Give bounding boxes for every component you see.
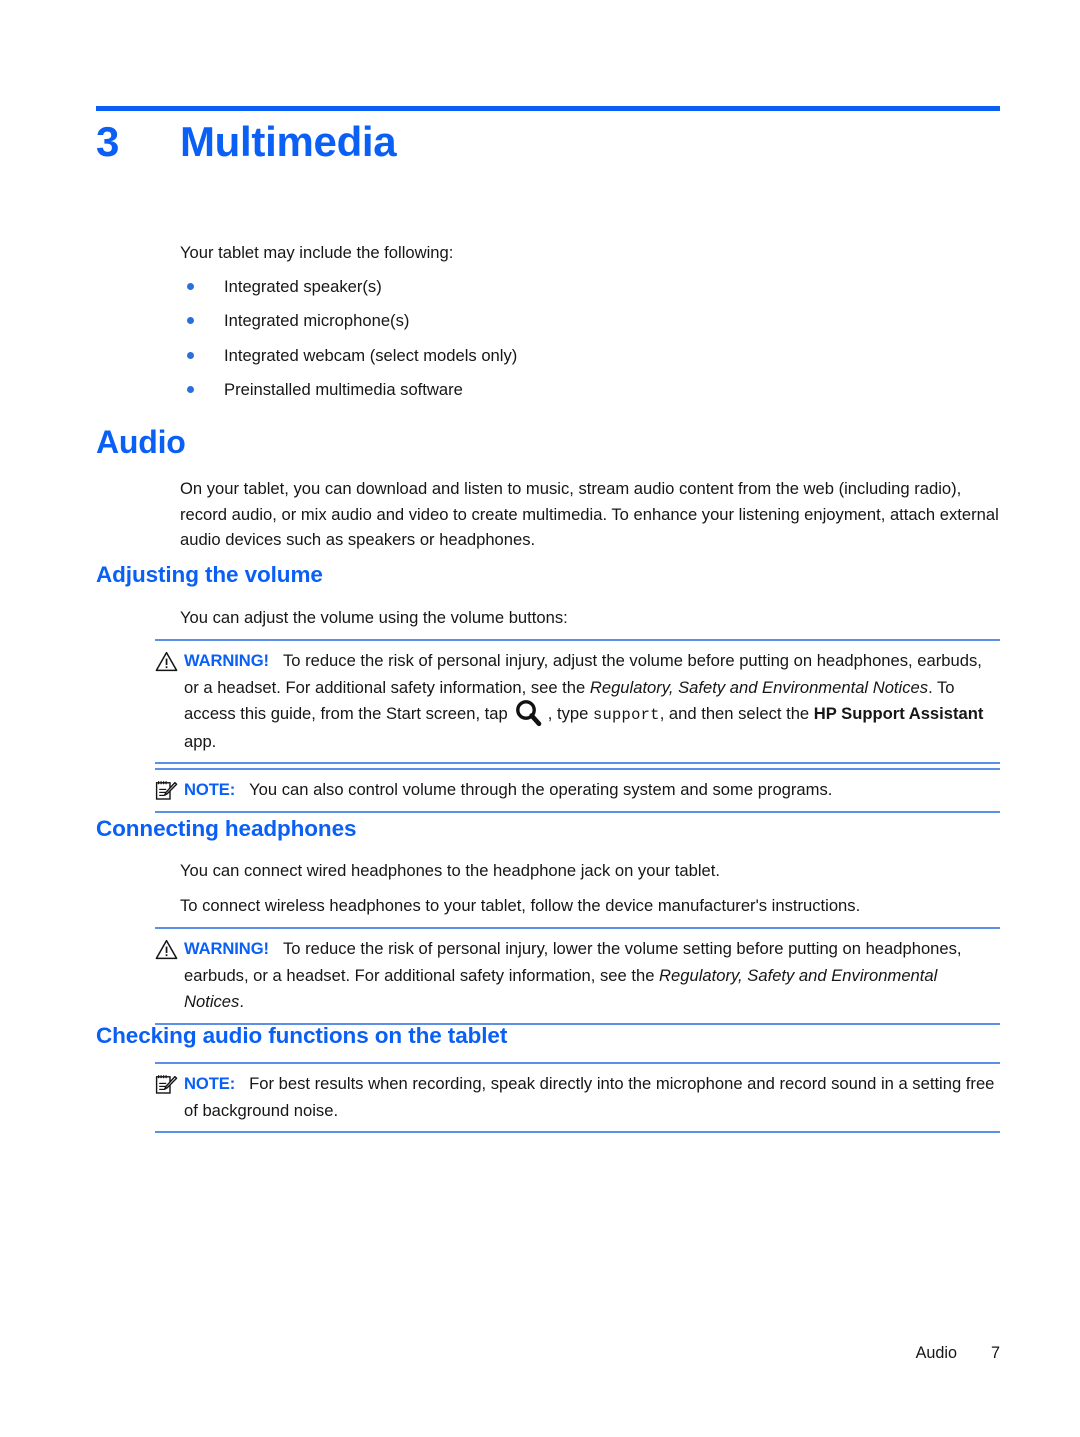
bullet-dot-icon	[180, 377, 224, 402]
app-name-bold: HP Support Assistant	[813, 704, 984, 723]
section-heading-audio: Audio	[96, 424, 186, 460]
warning-text-part-2: .	[239, 992, 244, 1011]
warning-triangle-icon	[155, 651, 178, 672]
section-heading-adjusting-volume: Adjusting the volume	[96, 562, 323, 587]
note-box-recording: NOTE: For best results when recording, sp…	[155, 1062, 1000, 1133]
warning-box-volume: WARNING! To reduce the risk of personal i…	[155, 639, 1000, 764]
chapter-rule	[96, 106, 1000, 111]
bullet-dot-icon	[180, 274, 224, 299]
audio-paragraph-block: On your tablet, you can download and lis…	[180, 476, 1000, 553]
footer-page-number: 7	[990, 1343, 1000, 1362]
connecting-headphones-paragraph-block-2: To connect wireless headphones to your t…	[180, 893, 1000, 919]
list-item-label: Integrated speaker(s)	[224, 277, 382, 296]
list-item: Preinstalled multimedia software	[180, 377, 1000, 411]
chapter-title: Multimedia	[180, 118, 397, 165]
warning-label: WARNING!	[184, 939, 269, 958]
connecting-headphones-paragraph-2: To connect wireless headphones to your t…	[180, 896, 861, 915]
note-label: NOTE:	[184, 780, 236, 799]
warning-box-content: WARNING! To reduce the risk of personal i…	[155, 648, 1000, 755]
adjusting-volume-paragraph-block: You can adjust the volume using the volu…	[180, 605, 1000, 631]
note-text: You can also control volume through the …	[249, 780, 833, 799]
list-item-label: Integrated webcam (select models only)	[224, 345, 518, 365]
feature-bullet-list: Integrated speaker(s) Integrated microph…	[180, 274, 1000, 412]
list-item: Integrated speaker(s)	[180, 274, 1000, 308]
list-item: Integrated microphone(s)	[180, 308, 1000, 342]
document-page: 3 Multimedia Your tablet may include the…	[0, 0, 1080, 1437]
list-item-label: Preinstalled multimedia software	[224, 380, 463, 400]
note-pencil-icon	[155, 1074, 178, 1095]
warning-box-content: WARNING! To reduce the risk of personal i…	[155, 936, 1000, 1016]
chapter-heading: 3 Multimedia	[96, 118, 1000, 180]
intro-lead-block: Your tablet may include the following:	[180, 240, 1000, 266]
note-pencil-icon	[155, 780, 178, 801]
list-item-label: Integrated microphone(s)	[224, 311, 410, 331]
section-heading-connecting-headphones: Connecting headphones	[96, 816, 357, 841]
warning-text-part-5: app.	[184, 731, 217, 751]
warning-triangle-icon	[155, 939, 178, 960]
chapter-number: 3	[96, 118, 120, 165]
connecting-headphones-paragraph-1: You can connect wired headphones to the …	[180, 861, 721, 880]
page-footer: Audio 7	[96, 1341, 1000, 1365]
guide-title-italic: Regulatory, Safety and Environmental Not…	[589, 677, 929, 697]
warning-text-part-4: , and then select the	[659, 704, 814, 723]
connecting-headphones-paragraph-block-1: You can connect wired headphones to the …	[180, 858, 1000, 884]
warning-box-headphones: WARNING! To reduce the risk of personal i…	[155, 927, 1000, 1025]
bullet-dot-icon	[180, 343, 224, 368]
note-text: For best results when recording, speak d…	[184, 1074, 995, 1120]
bullet-dot-icon	[180, 308, 224, 333]
command-text: support	[592, 706, 660, 724]
audio-paragraph: On your tablet, you can download and lis…	[180, 479, 999, 550]
intro-lead-text: Your tablet may include the following:	[180, 243, 454, 262]
adjusting-volume-paragraph: You can adjust the volume using the volu…	[180, 608, 568, 627]
warning-label: WARNING!	[184, 651, 269, 670]
note-box-content: NOTE: For best results when recording, sp…	[155, 1071, 1000, 1124]
note-box-content: NOTE: You can also control volume through…	[155, 777, 1000, 804]
note-box-volume: NOTE: You can also control volume through…	[155, 768, 1000, 813]
warning-text-part-3: , type	[547, 704, 593, 723]
list-item: Integrated webcam (select models only)	[180, 343, 1000, 377]
section-heading-checking-audio: Checking audio functions on the tablet	[96, 1023, 508, 1048]
footer-section-label: Audio	[915, 1343, 957, 1362]
note-label: NOTE:	[184, 1074, 236, 1093]
search-icon	[508, 700, 548, 727]
